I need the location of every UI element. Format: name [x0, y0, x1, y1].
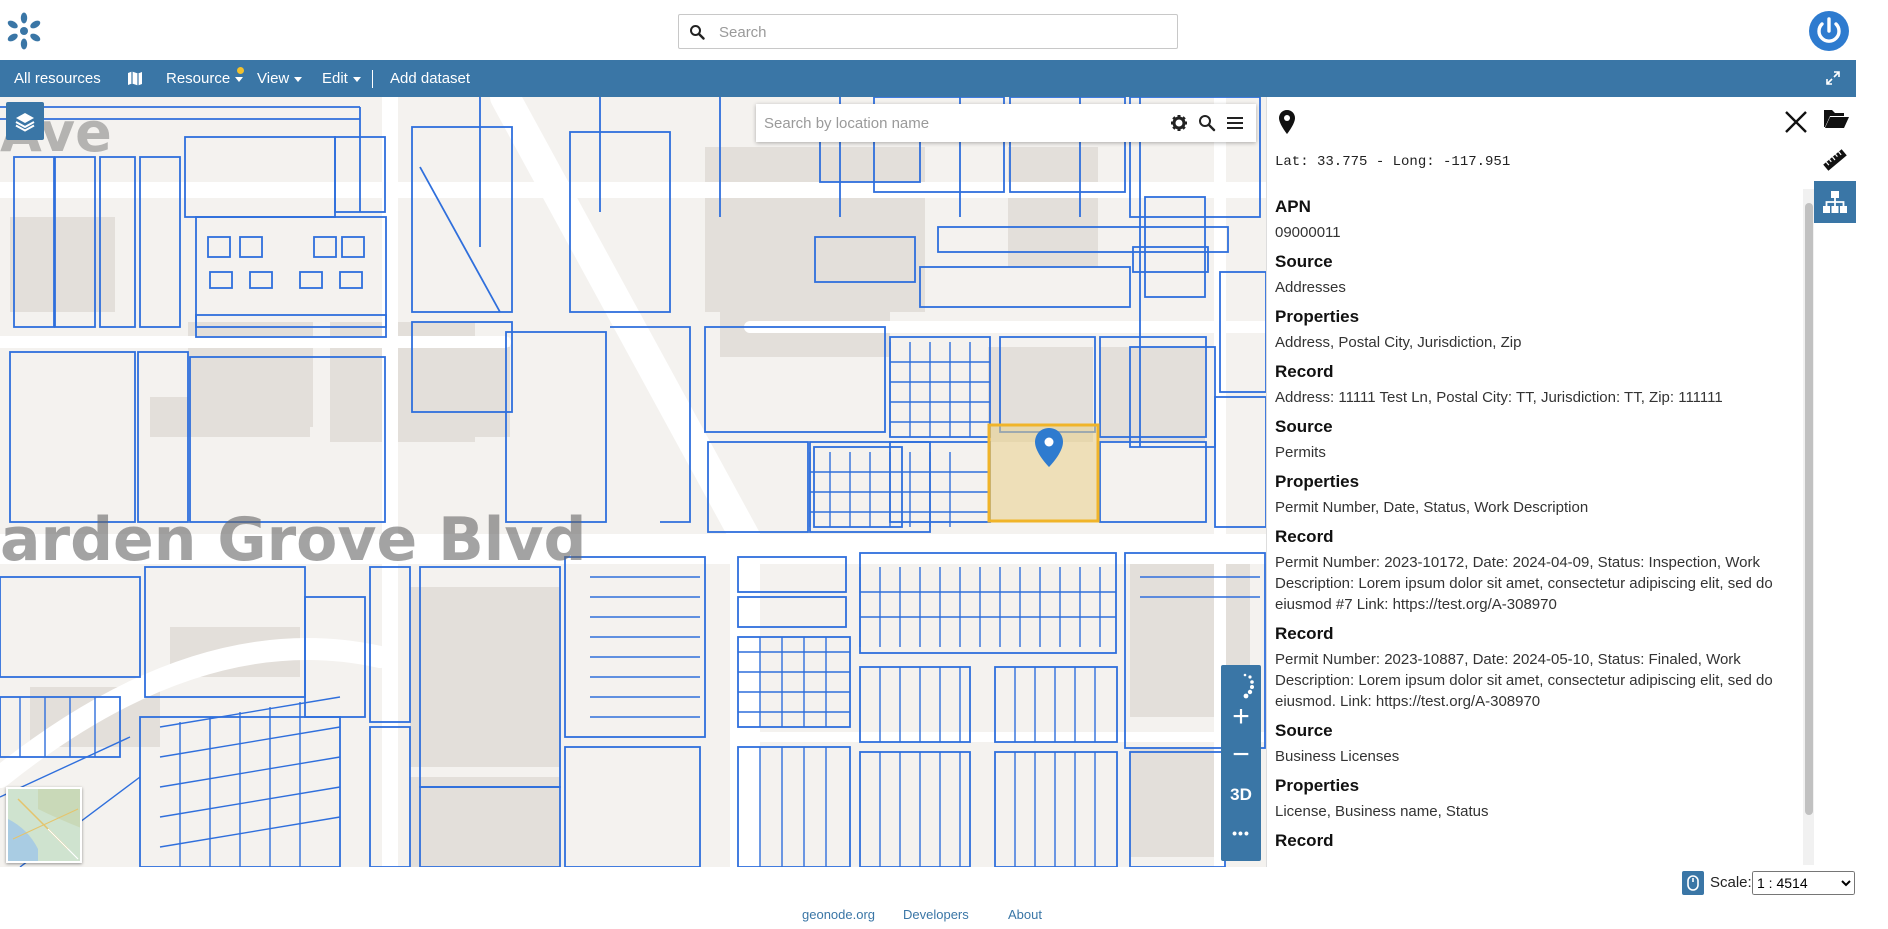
feature-heading: Properties [1275, 307, 1360, 326]
resource-navbar: All resources Resource View Edit Add dat… [0, 60, 1856, 97]
zoom-out-button[interactable]: − [1221, 737, 1261, 773]
app: All resources Resource View Edit Add dat… [0, 0, 1888, 929]
layers-icon [15, 113, 35, 132]
hierarchy-icon [1823, 191, 1847, 213]
feature-heading: Source [1275, 252, 1333, 271]
page-footer: geonode.org Developers About [0, 897, 1856, 929]
caret-down-icon [235, 76, 244, 82]
catalog-button[interactable] [1814, 97, 1856, 139]
panel-scrollbar-thumb[interactable] [1805, 203, 1813, 815]
feature-value: Permit Number, Date, Status, Work Descri… [1275, 499, 1589, 516]
caret-down-icon [294, 76, 303, 82]
global-search-box[interactable] [678, 14, 1178, 49]
edit-menu[interactable]: Edit [322, 60, 361, 97]
feature-value: Addresses [1275, 279, 1346, 296]
geonode-logo-icon[interactable] [4, 11, 44, 51]
developers-link[interactable]: Developers [903, 907, 969, 922]
feature-heading: Source [1275, 721, 1333, 740]
mouse-position-button[interactable] [1682, 871, 1704, 895]
feature-heading: Record [1275, 362, 1334, 381]
add-dataset-link[interactable]: Add dataset [390, 60, 470, 97]
edit-menu-label: Edit [322, 70, 348, 87]
view-menu-label: View [257, 70, 290, 87]
menu-icon[interactable] [1226, 114, 1244, 132]
measure-button[interactable] [1814, 139, 1856, 181]
notification-dot [237, 67, 244, 74]
resource-menu[interactable]: Resource [166, 60, 244, 97]
feature-heading: Record [1275, 624, 1334, 643]
scale-select[interactable]: 1 : 4514 [1752, 871, 1855, 895]
feature-value: License, Business name, Status [1275, 803, 1489, 820]
toggle-3d-button[interactable]: 3D [1221, 777, 1261, 813]
navbar-divider [372, 70, 373, 88]
feature-heading: APN [1275, 197, 1311, 216]
click-coordinates: Lat: 33.775 - Long: -117.951 [1275, 154, 1511, 170]
about-link[interactable]: About [1008, 907, 1042, 922]
feature-info-list[interactable]: APN 09000011 Source Addresses Properties… [1267, 189, 1805, 865]
search-icon[interactable] [1198, 114, 1216, 132]
feature-heading: Properties [1275, 776, 1360, 795]
scale-label: Scale: [1710, 874, 1752, 891]
feature-heading: Properties [1275, 472, 1360, 491]
layers-button[interactable] [6, 102, 44, 140]
identify-panel: Lat: 33.775 - Long: -117.951 APN 0900001… [1266, 97, 1815, 867]
map-zoom-toolbar: + − 3D ••• [1221, 665, 1261, 861]
map-marker-icon [1279, 110, 1295, 134]
feature-heading: Record [1275, 831, 1334, 850]
global-search-input[interactable] [719, 20, 1159, 44]
map-viewport[interactable]: arden Grove Blvd Ave Search by location … [0, 97, 1266, 867]
feature-value: Permits [1275, 444, 1326, 461]
ruler-icon [1823, 149, 1847, 171]
caret-down-icon [352, 76, 361, 82]
all-resources-link[interactable]: All resources [14, 60, 101, 97]
header [0, 0, 1888, 60]
feature-value: Address: 11111 Test Ln, Postal City: TT,… [1275, 389, 1723, 406]
location-search-input[interactable] [764, 112, 1164, 134]
resource-menu-label: Resource [166, 70, 231, 87]
map-canvas[interactable]: arden Grove Blvd Ave [0, 97, 1266, 867]
feature-value: Permit Number: 2023-10172, Date: 2024-04… [1275, 554, 1773, 613]
street-label-garden-grove: arden Grove Blvd [0, 505, 586, 575]
feature-heading: Record [1275, 527, 1334, 546]
expand-icon[interactable] [1826, 71, 1840, 85]
map-icon[interactable] [127, 71, 143, 86]
mouse-icon [1687, 875, 1699, 891]
feature-info-button[interactable] [1814, 181, 1856, 223]
feature-value: Permit Number: 2023-10887, Date: 2024-05… [1275, 651, 1773, 710]
right-toolbar [1814, 97, 1856, 867]
feature-value: 09000011 [1275, 224, 1341, 241]
feature-value: Address, Postal City, Jurisdiction, Zip [1275, 334, 1522, 351]
more-options-button[interactable]: ••• [1221, 815, 1261, 851]
location-search-bar[interactable] [756, 104, 1256, 142]
feature-value: Business Licenses [1275, 748, 1400, 765]
loading-spinner-icon [1243, 673, 1254, 699]
geonode-link[interactable]: geonode.org [802, 907, 875, 922]
close-icon[interactable] [1783, 109, 1809, 135]
gear-icon[interactable] [1170, 114, 1188, 132]
minimap-image [8, 789, 80, 861]
folder-icon [1824, 110, 1849, 128]
power-icon[interactable] [1808, 10, 1850, 52]
search-icon [690, 25, 705, 40]
view-menu[interactable]: View [257, 60, 303, 97]
overview-minimap[interactable] [6, 787, 82, 863]
map-footer: Scale: 1 : 4514 [0, 867, 1856, 897]
feature-heading: Source [1275, 417, 1333, 436]
zoom-in-button[interactable]: + [1221, 699, 1261, 735]
